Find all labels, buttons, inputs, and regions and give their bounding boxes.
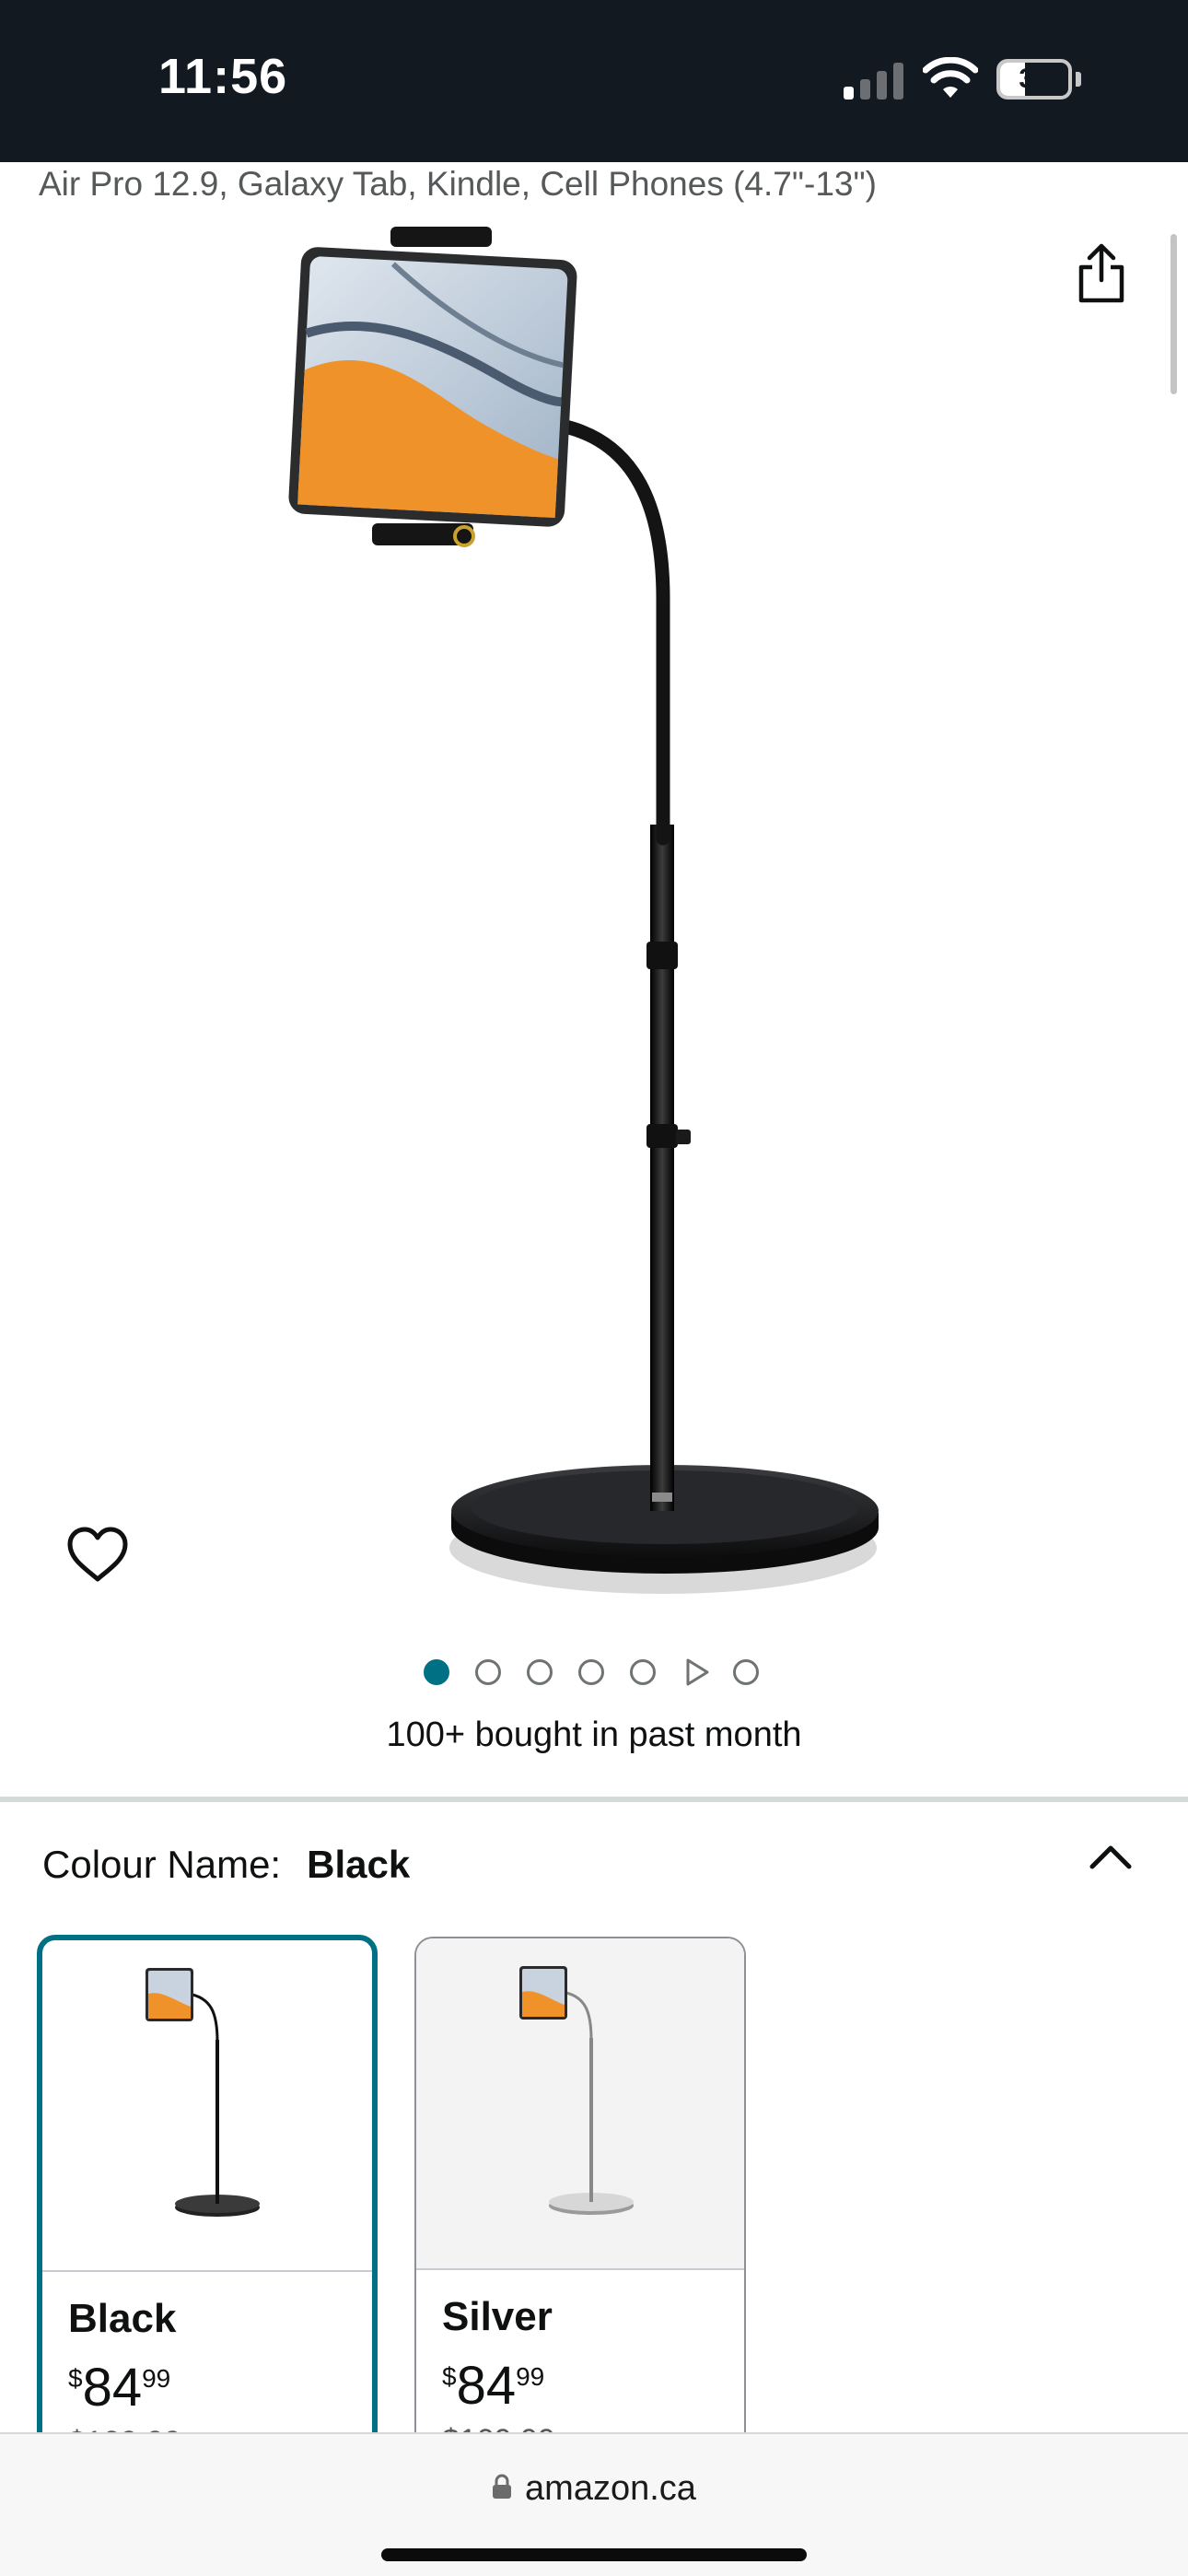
price-fraction: 99 [142,2364,171,2393]
swatch-price: $8499 [68,2357,170,2418]
swatch-image [416,1938,744,2268]
price-fraction: 99 [516,2362,545,2391]
image-carousel-dots[interactable] [422,1657,790,1690]
colour-label-text: Colour Name: [42,1843,282,1886]
price-whole: 84 [456,2356,517,2416]
home-indicator[interactable] [381,2548,807,2561]
swatch-image [146,1968,260,2217]
carousel-dot[interactable] [527,1659,553,1685]
carousel-dot[interactable] [475,1659,501,1685]
battery-cap [1076,72,1081,87]
video-play-icon[interactable] [683,1657,711,1688]
swatch-separator [416,2268,744,2270]
scroll-indicator[interactable] [1171,234,1177,394]
share-icon[interactable] [1074,241,1129,306]
product-page: 11:56 37 Air Pro 12.9, Galaxy Tab, Kindl… [0,0,1188,2576]
cellular-signal-icon [844,63,903,100]
battery-icon: 37 [996,59,1072,100]
lock-icon [493,2474,512,2499]
product-title[interactable]: Air Pro 12.9, Galaxy Tab, Kindle, Cell P… [39,162,1144,206]
carousel-dot[interactable] [733,1659,759,1685]
chevron-up-icon[interactable] [1087,1839,1135,1872]
price-whole: 84 [82,2358,143,2418]
status-time: 11:56 [158,49,288,104]
swatch-price: $8499 [442,2355,544,2417]
bought-in-past-month: 100+ bought in past month [386,1715,802,1754]
carousel-dot[interactable] [630,1659,656,1685]
swatch-separator [42,2270,372,2272]
url-text: amazon.ca [525,2469,696,2508]
swatch-name: Black [68,2296,177,2341]
price-currency: $ [442,2362,457,2391]
wifi-icon [923,57,978,98]
address-bar[interactable]: amazon.ca [0,2469,1188,2509]
browser-bottom-bar: amazon.ca [0,2432,1188,2576]
status-bar: 11:56 37 [0,0,1188,162]
heart-outline-icon[interactable] [66,1526,129,1585]
battery-percent: 37 [1019,64,1050,94]
section-divider [0,1797,1188,1802]
swatch-name: Silver [442,2294,553,2339]
price-currency: $ [68,2364,83,2393]
carousel-dot[interactable] [578,1659,604,1685]
carousel-dot[interactable] [424,1659,449,1685]
product-image[interactable] [276,212,921,1612]
selected-colour: Black [307,1843,411,1886]
colour-name-label: Colour Name: Black [42,1843,410,1887]
